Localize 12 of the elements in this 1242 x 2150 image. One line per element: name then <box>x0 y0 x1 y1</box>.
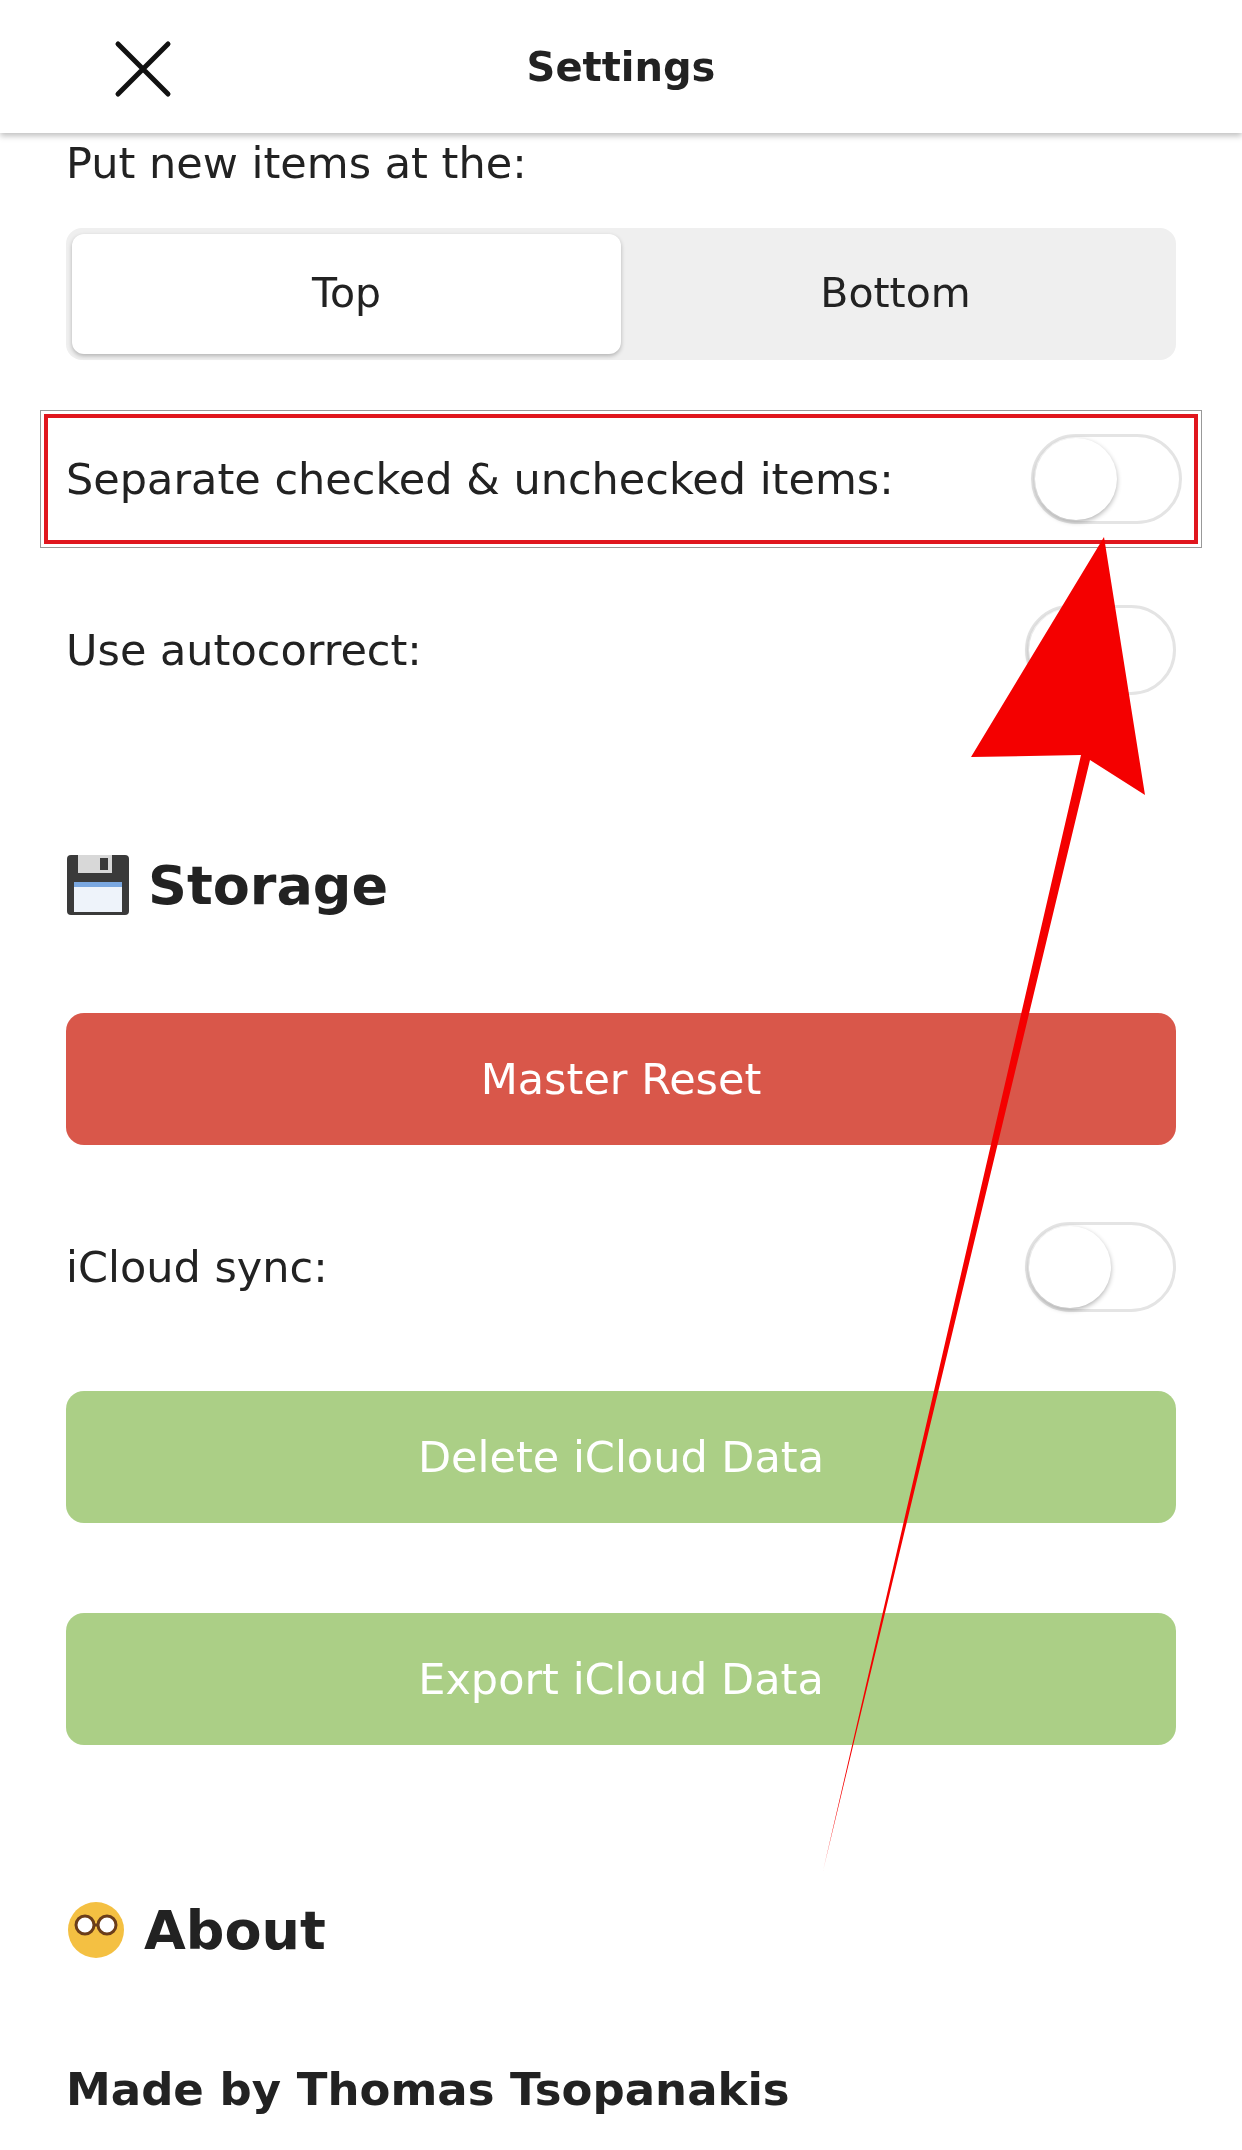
screen-title: Settings <box>526 42 716 92</box>
setting-label: Put new items at the: <box>66 137 528 190</box>
section-heading: About <box>144 1897 326 1964</box>
section-heading: Storage <box>148 852 389 919</box>
segment-option[interactable]: Top <box>72 234 621 354</box>
segment-option[interactable]: Bottom <box>621 234 1170 354</box>
credit-text: Made by Thomas Tsopanakis <box>66 2062 791 2118</box>
nerd-face-icon <box>66 1900 126 1960</box>
action-button[interactable]: Master Reset <box>66 1013 1176 1145</box>
setting-label: iCloud sync: <box>66 1241 328 1294</box>
setting-label: Use autocorrect: <box>66 624 422 677</box>
setting-label: Separate checked & unchecked items: <box>66 453 894 506</box>
